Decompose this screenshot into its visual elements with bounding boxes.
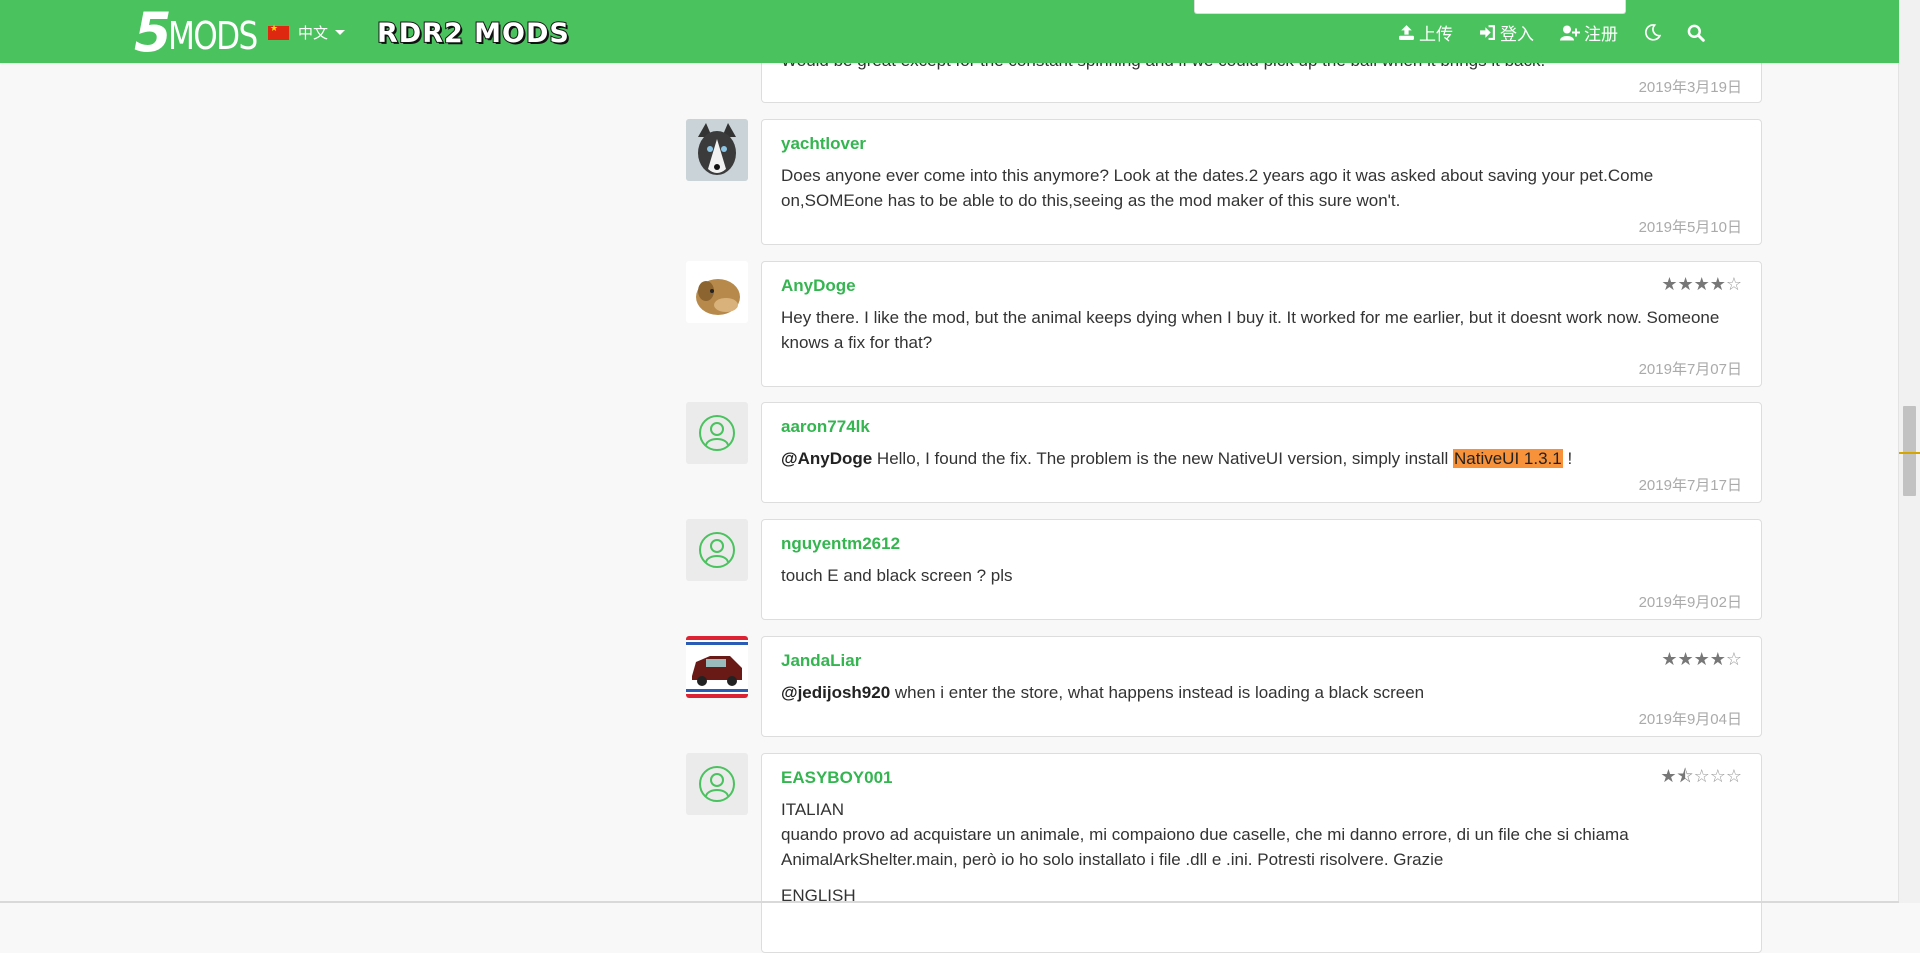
rating-stars: ★⯪☆☆☆ [1660,766,1742,786]
comment-date: 2019年9月02日 [1638,594,1742,611]
comment-date: 2019年7月17日 [1638,477,1742,494]
caret-down-icon [335,30,346,35]
site-logo[interactable]: 5 MODS [134,1,276,64]
search-icon [1687,24,1705,42]
comment-author[interactable]: EASYBOY001 [781,768,1742,788]
avatar[interactable] [686,636,748,698]
comment-line: ENGLISH [781,886,856,905]
comment-text-body: Hello, I found the fix. The problem is t… [872,449,1453,468]
scrollbar-marker [1899,452,1920,454]
comment-text: @AnyDoge Hello, I found the fix. The pro… [781,446,1742,471]
comment-text: ITALIAN quando provo ad acquistare un an… [781,797,1742,908]
comment-text: touch E and black screen ? pls [781,566,1013,585]
rating-stars: ★★★★☆ [1661,274,1742,294]
avatar[interactable] [686,519,748,581]
register-link[interactable]: 注册 [1560,20,1618,45]
user-placeholder-icon [699,415,735,451]
mention-link[interactable]: @AnyDoge [781,449,872,468]
dark-mode-toggle[interactable] [1644,24,1661,41]
comment-date: 2019年7月07日 [1638,361,1742,378]
comment-text-end: ! [1562,449,1573,468]
comment-card: nguyentm2612 touch E and black screen ? … [761,519,1762,620]
login-label: 登入 [1500,25,1534,44]
comment-author[interactable]: nguyentm2612 [781,534,1742,554]
comment-author[interactable]: aaron774lk [781,417,1742,437]
husky-avatar-icon [686,119,748,181]
user-plus-icon [1560,25,1580,41]
comment-card: yachtlover Does anyone ever come into th… [761,119,1762,245]
avatar[interactable] [686,119,748,181]
user-placeholder-icon [699,766,735,802]
comment-date: 2019年9月04日 [1638,711,1742,728]
dog-avatar-icon [686,261,748,323]
user-placeholder-icon [699,532,735,568]
car-avatar-icon [686,636,748,698]
sign-in-icon [1480,25,1495,40]
register-label: 注册 [1584,25,1618,44]
dropdown-menu-edge [1194,0,1626,14]
comment-card: JandaLiar @jedijosh920 when i enter the … [761,636,1762,737]
rdr2-mods-logo[interactable]: RDR2 MODS [373,16,574,52]
nav-links: 上传 登入 注册 [1398,20,1731,45]
avatar[interactable] [686,261,748,323]
vertical-scrollbar[interactable] [1898,0,1920,903]
logo-five: 5 [134,1,172,64]
avatar[interactable] [686,753,748,815]
comment-date: 2019年5月10日 [1638,219,1742,236]
scrollbar-thumb[interactable] [1903,406,1916,496]
china-flag-icon [268,23,289,40]
comment-card: AnyDoge Hey there. I like the mod, but t… [761,261,1762,387]
upload-label: 上传 [1419,25,1453,44]
highlighted-link[interactable]: NativeUI 1.3.1 [1452,449,1563,468]
mention-link[interactable]: @jedijosh920 [781,683,890,702]
language-selector[interactable]: 中文 [268,22,346,43]
login-link[interactable]: 登入 [1479,20,1534,45]
comment-text: @jedijosh920 when i enter the store, wha… [781,680,1742,705]
comment-line: ITALIAN [781,800,844,819]
comment-text: Hey there. I like the mod, but the anima… [781,308,1720,352]
language-label: 中文 [298,25,329,42]
moon-icon [1644,24,1661,41]
comment-author[interactable]: yachtlover [781,134,1742,154]
comment-author[interactable]: JandaLiar [781,651,1742,671]
comment-text: Does anyone ever come into this anymore?… [781,166,1654,210]
rating-stars: ★★★★☆ [1661,649,1742,669]
comment-line: quando provo ad acquistare un animale, m… [781,825,1629,869]
avatar[interactable] [686,402,748,464]
comment-card: aaron774lk @AnyDoge Hello, I found the f… [761,402,1762,503]
comment-text-body: when i enter the store, what happens ins… [890,683,1425,702]
comment-date: 2019年3月19日 [1638,79,1742,96]
upload-link[interactable]: 上传 [1398,20,1453,45]
logo-mods: MODS [167,14,258,58]
comment-card: EASYBOY001 ITALIAN quando provo ad acqui… [761,753,1762,953]
upload-icon [1399,25,1414,40]
search-button[interactable] [1687,24,1705,42]
comment-author[interactable]: AnyDoge [781,276,1742,296]
